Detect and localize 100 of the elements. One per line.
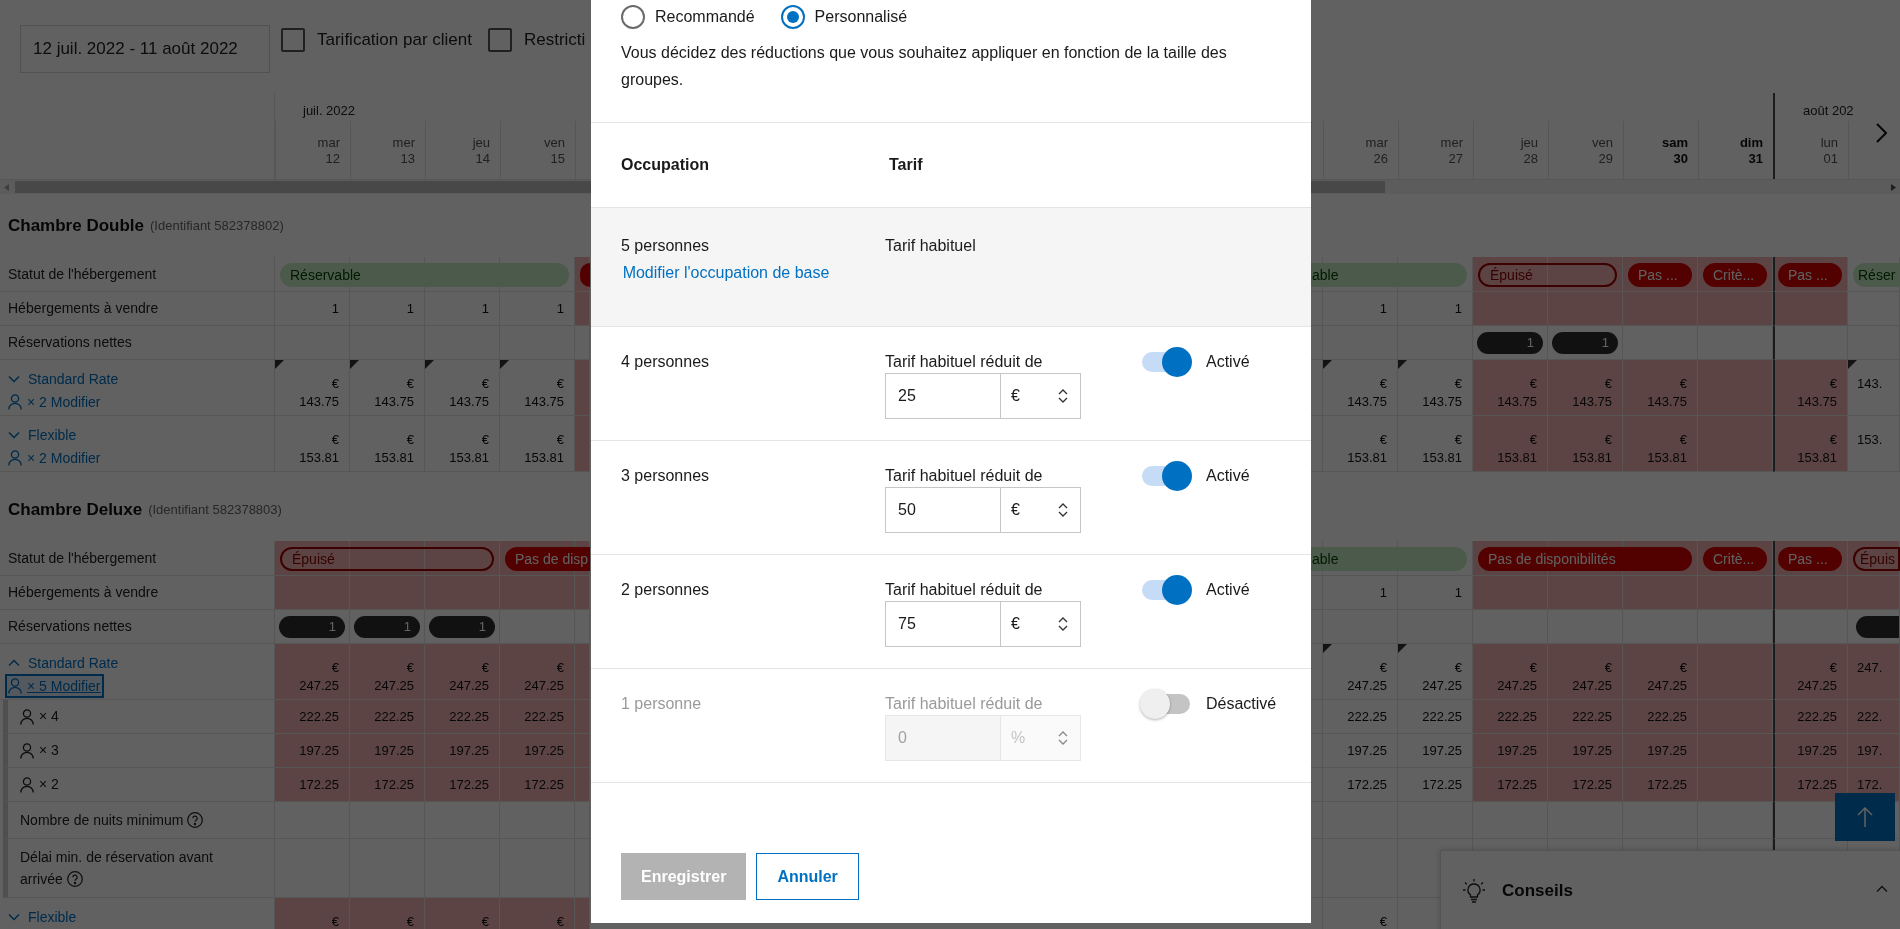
occupancy-text: 4 personnes <box>621 353 710 370</box>
price-value: 143.75 <box>374 393 414 411</box>
room-title: Chambre Double <box>8 214 145 237</box>
count-badge: 1 <box>279 615 345 638</box>
price-value: 153.81 <box>374 449 414 467</box>
day-number: 26 <box>1373 150 1388 167</box>
currency-symbol: € <box>1679 659 1687 677</box>
price-value: 247.25 <box>1797 677 1837 695</box>
price-value: 153.81 <box>1572 449 1612 467</box>
day-number: 13 <box>400 150 415 167</box>
tips-title: Conseils <box>1502 880 1573 902</box>
weekday-label: sam <box>1661 134 1688 151</box>
price-value: 247.25 <box>1497 677 1537 695</box>
price-value: 197.25 <box>1647 741 1687 760</box>
weekday-label: mar <box>317 134 340 151</box>
toggle-label: Activé <box>1206 352 1250 372</box>
row-label: Statut de l'hébergement <box>7 264 157 284</box>
price-value: 153.81 <box>1497 449 1537 467</box>
currency-symbol: € <box>1829 431 1837 449</box>
currency-symbol: € <box>481 913 489 929</box>
cell-value: 1 <box>1454 299 1462 318</box>
count-badge: 1 <box>1477 331 1543 354</box>
price-value: 222.25 <box>1797 707 1837 726</box>
toggle-label: Activé <box>1206 580 1250 600</box>
occupancy-text: 3 personnes <box>621 467 710 484</box>
price-value: 143.75 <box>524 393 564 411</box>
rate-text: Tarif habituel réduit de <box>885 694 1043 714</box>
price-value: 197. <box>1857 741 1883 760</box>
currency-symbol: € <box>1529 431 1537 449</box>
price-value: 222.25 <box>1347 707 1387 726</box>
currency-symbol: € <box>1454 659 1462 677</box>
currency-symbol: € <box>556 431 564 449</box>
price-value: 197.25 <box>1422 741 1462 760</box>
price-value: 172.25 <box>1347 775 1387 794</box>
currency-symbol: € <box>331 913 339 929</box>
row-label: Délai min. de réservation avant arrivée <box>19 848 214 889</box>
rate-text: Tarif habituel réduit de <box>885 466 1043 486</box>
price-value: 153.81 <box>1422 449 1462 467</box>
weekday-label: dim <box>1739 134 1763 151</box>
price-value: 222.25 <box>524 707 564 726</box>
price-value: 172. <box>1857 775 1883 794</box>
price-value: 143.75 <box>1647 393 1687 411</box>
occupancy-label: × 3 <box>8 740 59 761</box>
currency-symbol: € <box>406 431 414 449</box>
weekday-label: ven <box>1592 134 1613 151</box>
currency-symbol: € <box>1529 375 1537 393</box>
occupancy-text: 2 personnes <box>621 581 710 598</box>
price-value: 172.25 <box>1422 775 1462 794</box>
room-title: Chambre Deluxe <box>8 499 143 522</box>
currency-symbol: € <box>406 659 414 677</box>
currency-symbol: € <box>1454 431 1462 449</box>
day-number: 15 <box>550 150 565 167</box>
rate-text: Tarif habituel réduit de <box>885 580 1043 600</box>
count-badge: 1 <box>429 615 495 638</box>
price-value: 153.81 <box>524 449 564 467</box>
cell-value: 1 <box>406 299 414 318</box>
cell-value: 1 <box>1454 583 1462 602</box>
price-value: 153.81 <box>1647 449 1687 467</box>
rate-text: Tarif habituel réduit de <box>885 352 1043 372</box>
price-value: 143.75 <box>1497 393 1537 411</box>
price-value: 247.25 <box>1572 677 1612 695</box>
price-value: 143.75 <box>1422 393 1462 411</box>
price-value: 247.25 <box>299 677 339 695</box>
currency-symbol: € <box>1829 659 1837 677</box>
price-value: 143.75 <box>1797 393 1837 411</box>
rate-text: Tarif habituel <box>885 236 976 256</box>
price-value: 247.25 <box>1647 677 1687 695</box>
weekday-label: ven <box>544 134 565 151</box>
currency-symbol: € <box>481 659 489 677</box>
day-number: 29 <box>1598 150 1613 167</box>
day-number: 30 <box>1673 150 1688 167</box>
price-value: 172.25 <box>299 775 339 794</box>
price-value: 222.25 <box>374 707 414 726</box>
price-value: 197.25 <box>1347 741 1387 760</box>
price-value: 172.25 <box>449 775 489 794</box>
price-value: 143. <box>1857 375 1883 393</box>
currency-symbol: € <box>556 659 564 677</box>
occupancy-text: 5 personnes <box>621 236 711 256</box>
cell-value: 1 <box>331 299 339 318</box>
price-value: 172.25 <box>1572 775 1612 794</box>
price-value: 143.75 <box>299 393 339 411</box>
price-value: 197.25 <box>449 741 489 760</box>
price-value: 197.25 <box>1572 741 1612 760</box>
price-value: 143.75 <box>1347 393 1387 411</box>
room-id: (Identifiant 582378802) <box>150 216 284 235</box>
price-value: 247.25 <box>449 677 489 695</box>
day-number: 01 <box>1823 150 1838 167</box>
row-label: Statut de l'hébergement <box>7 548 157 568</box>
currency-symbol: € <box>1379 431 1387 449</box>
price-value: 172.25 <box>524 775 564 794</box>
price-value: 172.25 <box>1647 775 1687 794</box>
cell-value: 1 <box>1379 299 1387 318</box>
currency-symbol: € <box>1529 659 1537 677</box>
weekday-label: mar <box>1365 134 1388 151</box>
row-label: Nombre de nuits minimum <box>8 802 204 838</box>
count-badge: 1 <box>1552 331 1618 354</box>
row-label: Réservations nettes <box>7 617 132 636</box>
price-value: 197.25 <box>1797 741 1837 760</box>
price-value: 172.25 <box>374 775 414 794</box>
count-badge: 1 <box>354 615 420 638</box>
